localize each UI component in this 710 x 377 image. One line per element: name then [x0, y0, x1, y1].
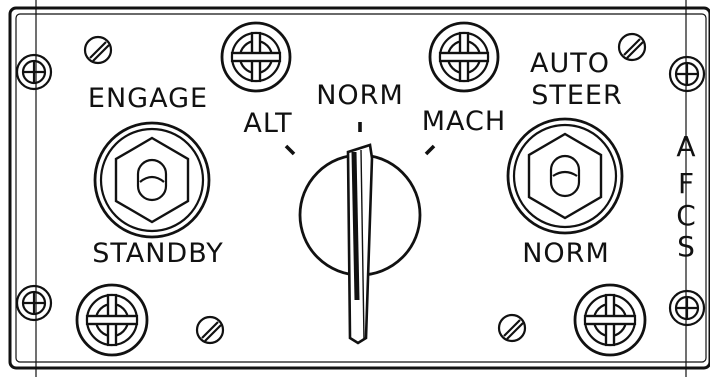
indicator-lamp-bottom-right — [573, 283, 647, 357]
autosteer-norm-toggle-switch[interactable] — [506, 117, 624, 235]
slotted-screw-icon — [497, 313, 527, 343]
standby-label: STANDBY — [92, 238, 224, 269]
afcs-letter: S — [677, 230, 695, 263]
engage-standby-toggle-switch[interactable] — [93, 121, 211, 239]
afcs-letter: A — [676, 130, 695, 163]
slotted-screw-icon — [617, 32, 647, 62]
steer-label: STEER — [531, 80, 623, 111]
indicator-lamp-top-left — [220, 21, 292, 93]
slotted-screw-icon — [195, 315, 225, 345]
engage-label: ENGAGE — [88, 83, 208, 114]
mounting-screw-top-left-icon — [15, 53, 53, 91]
alt-position-label: ALT — [243, 108, 292, 139]
norm-position-label: NORM — [316, 80, 404, 111]
indicator-lamp-top-right — [428, 21, 500, 93]
auto-label: AUTO — [530, 48, 610, 79]
afcs-letter: C — [676, 199, 696, 232]
norm-toggle-label: NORM — [522, 238, 610, 269]
mach-position-label: MACH — [422, 106, 506, 137]
indicator-lamp-bottom-left — [75, 283, 149, 357]
mounting-screw-bottom-left-icon — [15, 284, 53, 322]
mode-selector-knob[interactable] — [298, 143, 422, 345]
mounting-screw-top-right-icon — [668, 55, 706, 93]
mounting-screw-bottom-right-icon — [668, 289, 706, 327]
afcs-letter: F — [678, 167, 694, 200]
afcs-control-panel: ENGAGE STANDBY ALT NORM MACH AUTO STEER … — [8, 0, 710, 377]
slotted-screw-icon — [83, 35, 113, 65]
